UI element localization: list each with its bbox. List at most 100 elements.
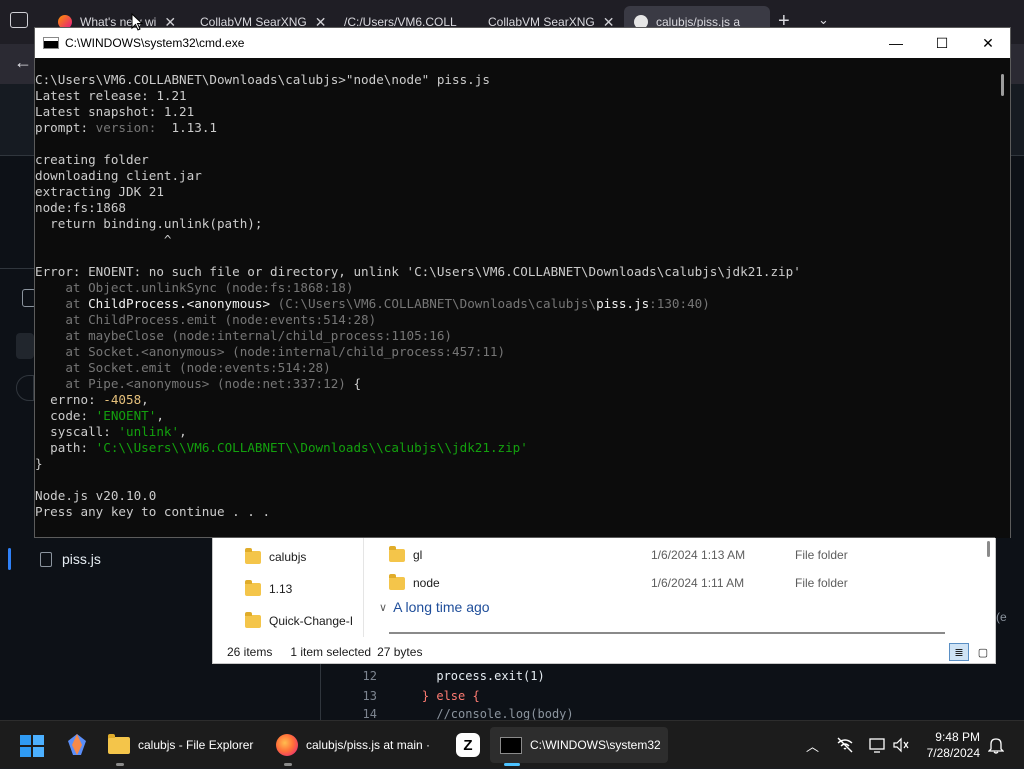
error-prop-line: path: 'C:\\Users\\VM6.COLLABNET\\Downloa… <box>35 440 995 456</box>
taskbar-app-label: calubjs - File Explorer <box>138 738 254 752</box>
console-line: Node.js v20.10.0 <box>35 488 157 503</box>
group-header-label: A long time ago <box>393 599 490 615</box>
scrollbar-thumb[interactable] <box>1001 74 1004 96</box>
prop-comma: , <box>156 408 164 423</box>
volume-muted-icon[interactable] <box>892 721 910 769</box>
nav-pane-divider <box>363 537 364 637</box>
prop-comma: , <box>141 392 149 407</box>
search-icon[interactable] <box>16 375 34 401</box>
prop-key: path: <box>35 440 96 455</box>
terminal-icon <box>43 37 59 49</box>
file-date: 1/6/2024 1:13 AM <box>651 548 746 562</box>
taskbar-app-label: calubjs/piss.js at main · <box>306 738 431 752</box>
tab-overview-icon[interactable] <box>10 12 28 28</box>
mouse-cursor-icon <box>131 13 143 31</box>
error-line: Error: ENOENT: no such file or directory… <box>35 264 801 279</box>
active-indicator <box>504 763 520 766</box>
display-icon[interactable] <box>868 721 886 769</box>
console-line: C:\Users\VM6.COLLABNET\Downloads\calubjs… <box>35 72 490 87</box>
close-button[interactable]: ✕ <box>965 28 1011 58</box>
file-explorer-window: calubjs 1.13 Quick-Change-I gl 1/6/2024 … <box>212 536 996 664</box>
taskbar-zoom-app[interactable]: Z <box>456 727 480 763</box>
code-line: 13 } else { <box>321 686 480 706</box>
console-line: Latest release: 1.21 <box>35 88 187 103</box>
system-clock[interactable]: 9:48 PM 7/28/2024 <box>927 729 980 761</box>
cmd-window: C:\WINDOWS\system32\cmd.exe — ☐ ✕ C:\Use… <box>34 27 1011 538</box>
stack-prefix: at <box>35 296 89 311</box>
running-indicator <box>284 763 292 766</box>
prompt-label: prompt: <box>35 120 96 135</box>
file-row-gl[interactable]: gl 1/6/2024 1:13 AM File folder <box>389 543 969 567</box>
console-line: ^ <box>35 232 172 247</box>
nav-item-quick-change[interactable]: Quick-Change-I <box>245 609 355 633</box>
notification-bell-icon[interactable] <box>988 721 1004 769</box>
copilot-icon[interactable] <box>66 733 88 757</box>
clock-date: 7/28/2024 <box>926 746 980 760</box>
nav-item-label: calubjs <box>269 550 307 564</box>
line-number: 13 <box>362 689 377 703</box>
prop-value: 'C:\\Users\\VM6.COLLABNET\\Downloads\\ca… <box>95 440 528 455</box>
add-file-icon[interactable] <box>16 333 34 359</box>
file-icon <box>40 551 52 567</box>
file-name: node <box>413 576 440 590</box>
code-text: } else { <box>393 689 480 703</box>
console-line: downloading client.jar <box>35 168 202 183</box>
prop-comma: , <box>179 424 187 439</box>
z-app-icon: Z <box>456 733 480 757</box>
prompt-value: 1.13.1 <box>163 120 218 135</box>
stack-line: at Pipe.<anonymous> (node:net:337:12) { <box>35 376 995 392</box>
network-off-icon[interactable] <box>836 721 854 769</box>
prop-key: code: <box>35 408 96 423</box>
cmd-scrollbar[interactable] <box>995 58 1010 538</box>
console-line: extracting JDK 21 <box>35 184 164 199</box>
console-line: creating folder <box>35 152 149 167</box>
stack-line: at Socket.emit (node:events:514:28) <box>35 360 331 375</box>
code-viewer: 12 process.exit(1) 13 } else { 14 //cons… <box>320 664 1024 724</box>
prop-key: syscall: <box>35 424 119 439</box>
group-header[interactable]: ∨ A long time ago <box>379 599 490 615</box>
github-left-rail <box>0 268 36 568</box>
cmd-title-text: C:\WINDOWS\system32\cmd.exe <box>65 36 245 50</box>
minimize-button[interactable]: — <box>873 28 919 58</box>
error-prop-line: syscall: 'unlink', <box>35 424 995 440</box>
taskbar-cmd[interactable]: C:\WINDOWS\system32 <box>490 727 668 763</box>
maximize-button[interactable]: ☐ <box>919 28 965 58</box>
file-type: File folder <box>795 548 848 562</box>
start-windows-icon[interactable] <box>20 735 44 757</box>
tray-overflow-chevron-icon[interactable]: ︿ <box>806 721 819 769</box>
back-arrow-icon[interactable]: ← <box>14 52 32 73</box>
console-output[interactable]: C:\Users\VM6.COLLABNET\Downloads\calubjs… <box>35 58 995 538</box>
stack-path: (C:\Users\VM6.COLLABNET\Downloads\calubj… <box>270 296 597 311</box>
stack-line: at Socket.<anonymous> (node:internal/chi… <box>35 344 506 359</box>
cmd-title-bar[interactable]: C:\WINDOWS\system32\cmd.exe — ☐ ✕ <box>35 28 1010 58</box>
horizontal-scrollbar[interactable] <box>389 632 945 634</box>
file-row-node[interactable]: node 1/6/2024 1:11 AM File folder <box>389 571 969 595</box>
taskbar-firefox[interactable]: calubjs/piss.js at main · <box>276 727 430 763</box>
nav-item-label: Quick-Change-I <box>269 614 354 628</box>
folder-icon <box>245 579 261 596</box>
folder-icon <box>108 733 130 754</box>
vertical-scrollbar[interactable] <box>987 541 990 557</box>
details-view-icon[interactable]: ≣ <box>949 643 969 661</box>
truncated-text: (e <box>996 610 1007 624</box>
taskbar-file-explorer[interactable]: calubjs - File Explorer <box>108 727 253 763</box>
console-line: Latest snapshot: 1.21 <box>35 104 195 119</box>
file-date: 1/6/2024 1:11 AM <box>651 576 745 590</box>
nav-item-1-13[interactable]: 1.13 <box>245 577 292 601</box>
tab-list-chevron-icon[interactable]: ⌄ <box>818 12 829 28</box>
stack-line: at maybeClose (node:internal/child_proce… <box>35 328 453 343</box>
tiles-view-icon[interactable]: ▢ <box>973 643 993 661</box>
stack-line: at ChildProcess.emit (node:events:514:28… <box>35 312 377 327</box>
selection-size: 27 bytes <box>377 645 423 659</box>
console-line: prompt: version: 1.13.1 <box>35 120 995 136</box>
chevron-down-icon: ∨ <box>379 601 388 614</box>
stack-line: at Object.unlinkSync (node:fs:1868:18) <box>35 280 354 295</box>
stack-file: piss.js <box>596 296 650 311</box>
console-line: Press any key to continue . . . <box>35 504 271 519</box>
prop-key: errno: <box>35 392 104 407</box>
nav-item-calubjs[interactable]: calubjs <box>245 545 306 569</box>
prompt-hint: version: <box>95 120 164 135</box>
terminal-icon <box>500 736 522 754</box>
